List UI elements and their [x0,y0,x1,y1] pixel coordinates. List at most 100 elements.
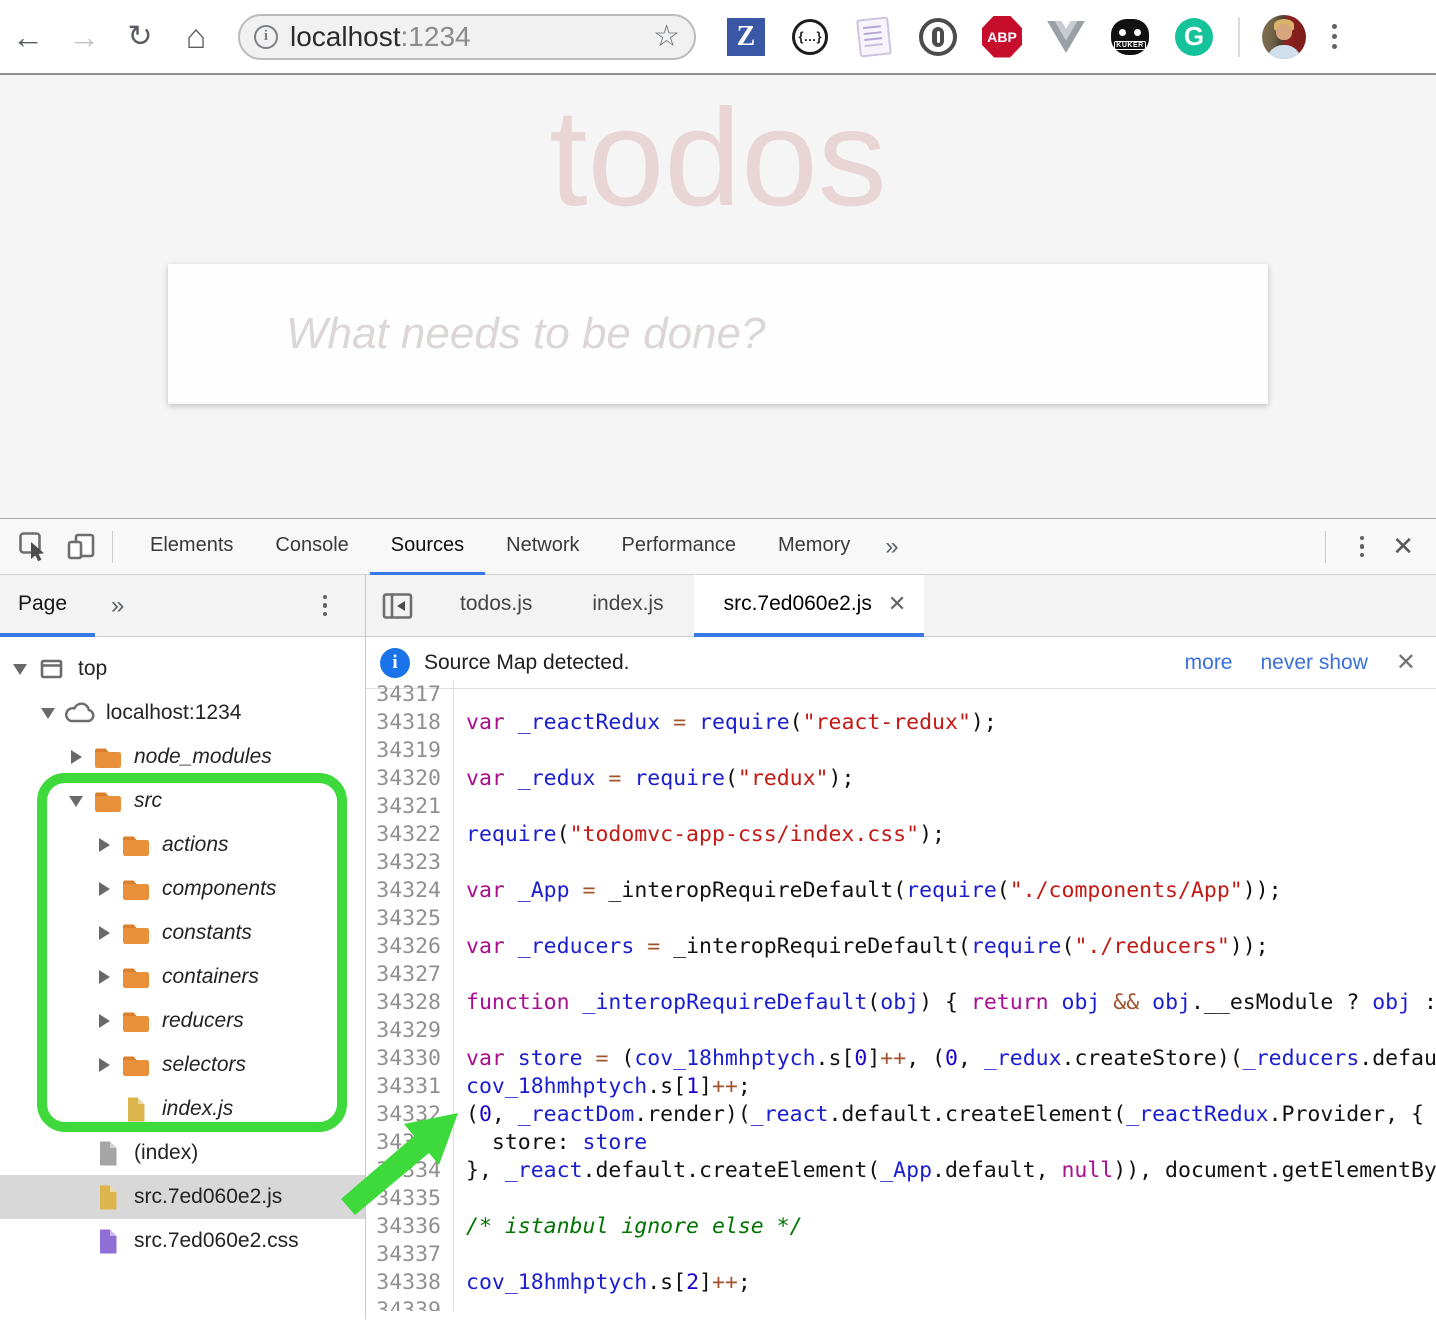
line-number[interactable]: 34324 [366,877,454,905]
code-text: store: store [454,1129,647,1157]
line-number[interactable]: 34327 [366,961,454,989]
back-button[interactable]: ← [0,21,56,53]
reload-button[interactable]: ↻ [112,22,168,52]
line-number[interactable]: 34330 [366,1045,454,1073]
disclosure-closed-icon[interactable] [94,882,114,896]
tab-page[interactable]: Page [0,575,95,637]
editor-tab-index-js[interactable]: index.js [562,575,693,637]
editor-tab-src-bundle-js[interactable]: src.7ed060e2.js✕ [694,575,925,637]
line-number[interactable]: 34318 [366,709,454,737]
more-tabs-icon[interactable]: » [871,533,912,561]
line-number[interactable]: 34323 [366,849,454,877]
code-viewer[interactable]: 3431734318var _reactRedux = require("rea… [366,681,1436,1311]
disclosure-open-icon[interactable] [10,664,30,675]
code-line: 34333 store: store [366,1129,1436,1157]
code-text [454,1297,466,1311]
new-todo-input[interactable]: What needs to be done? [168,264,1268,404]
line-number[interactable]: 34337 [366,1241,454,1269]
kuker-extension-icon[interactable]: KUKER [1110,17,1150,57]
tab-network[interactable]: Network [485,519,600,575]
disclosure-closed-icon[interactable] [94,1014,114,1028]
code-text: var _redux = require("redux"); [454,765,854,793]
disclosure-open-icon[interactable] [38,708,58,719]
tree-item-localhost[interactable]: localhost:1234 [0,691,365,735]
onepassword-extension-icon[interactable] [918,17,958,57]
code-line: 34321 [366,793,1436,821]
tree-item-src[interactable]: src [0,779,365,823]
device-toolbar-icon[interactable] [66,532,96,561]
collapse-sidebar-icon[interactable] [382,592,414,620]
disclosure-closed-icon[interactable] [94,926,114,940]
home-button[interactable]: ⌂ [168,20,224,54]
disclosure-closed-icon[interactable] [94,970,114,984]
line-number[interactable]: 34322 [366,821,454,849]
folder-icon [118,1010,154,1033]
line-number[interactable]: 34332 [366,1101,454,1129]
url-text[interactable]: localhost:1234 [290,21,471,53]
devtools-menu-button[interactable] [1342,536,1383,558]
tree-item-top[interactable]: top [0,647,365,691]
line-number[interactable]: 34321 [366,793,454,821]
sidebar-more-tabs-icon[interactable]: » [111,592,124,620]
line-number[interactable]: 34319 [366,737,454,765]
tree-item-constants[interactable]: constants [0,911,365,955]
close-tab-icon[interactable]: ✕ [888,591,906,617]
sidebar-menu-button[interactable] [305,595,346,617]
line-number[interactable]: 34334 [366,1157,454,1185]
json-viewer-extension-icon[interactable]: {…} [790,17,830,57]
tab-sources[interactable]: Sources [370,519,485,575]
zotero-extension-icon[interactable]: Z [726,17,766,57]
line-number[interactable]: 34339 [366,1297,454,1311]
tree-item-node-modules[interactable]: node_modules [0,735,365,779]
cloud-icon [62,702,98,724]
line-number[interactable]: 34320 [366,765,454,793]
line-number[interactable]: 34338 [366,1269,454,1297]
line-number[interactable]: 34331 [366,1073,454,1101]
line-number[interactable]: 34333 [366,1129,454,1157]
tree-item-src-bundle-css[interactable]: src.7ed060e2.css [0,1219,365,1263]
line-number[interactable]: 34328 [366,989,454,1017]
tree-item-index-js[interactable]: index.js [0,1087,365,1131]
infobar-close-icon[interactable]: ✕ [1396,648,1416,677]
inspect-element-icon[interactable] [18,531,48,562]
code-text [454,1017,466,1045]
disclosure-closed-icon[interactable] [66,750,86,764]
line-number[interactable]: 34336 [366,1213,454,1241]
grammarly-extension-icon[interactable]: G [1174,17,1214,57]
sourcemap-never-show-link[interactable]: never show [1261,651,1368,675]
line-number[interactable]: 34317 [366,681,454,709]
tree-item-index-document[interactable]: (index) [0,1131,365,1175]
tree-item-selectors[interactable]: selectors [0,1043,365,1087]
profile-avatar[interactable] [1262,15,1306,59]
adblock-plus-extension-icon[interactable]: ABP [982,17,1022,57]
tree-item-actions[interactable]: actions [0,823,365,867]
tree-item-reducers[interactable]: reducers [0,999,365,1043]
browser-menu-button[interactable] [1332,24,1337,49]
sourcemap-more-link[interactable]: more [1185,651,1233,675]
page-info-icon[interactable]: i [254,25,278,49]
notes-extension-icon[interactable] [854,17,894,57]
line-number[interactable]: 34335 [366,1185,454,1213]
line-number[interactable]: 34329 [366,1017,454,1045]
code-text [454,737,466,765]
code-line: 34329 [366,1017,1436,1045]
bookmark-star-icon[interactable]: ☆ [653,19,680,54]
devtools-close-button[interactable]: ✕ [1382,531,1436,562]
tab-memory[interactable]: Memory [757,519,871,575]
address-bar[interactable]: i localhost:1234 ☆ [238,14,696,60]
line-number[interactable]: 34326 [366,933,454,961]
extensions-row: Z {…} ABP KUKER G [726,17,1214,57]
tab-performance[interactable]: Performance [601,519,758,575]
disclosure-closed-icon[interactable] [94,1058,114,1072]
tab-elements[interactable]: Elements [129,519,254,575]
tab-console[interactable]: Console [254,519,369,575]
forward-button[interactable]: → [56,21,112,53]
disclosure-closed-icon[interactable] [94,838,114,852]
editor-tab-todos-js[interactable]: todos.js [430,575,562,637]
tree-item-components[interactable]: components [0,867,365,911]
disclosure-open-icon[interactable] [66,796,86,807]
vue-devtools-extension-icon[interactable] [1046,17,1086,57]
line-number[interactable]: 34325 [366,905,454,933]
tree-item-containers[interactable]: containers [0,955,365,999]
tree-item-src-bundle-js[interactable]: src.7ed060e2.js [0,1175,365,1219]
